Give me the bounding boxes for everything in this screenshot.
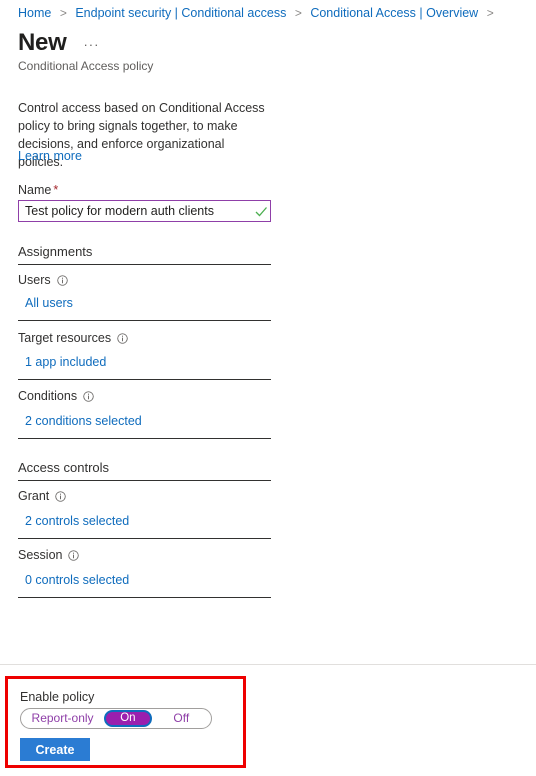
target-resources-label-text: Target resources bbox=[18, 331, 112, 345]
row-label-grant: Grant bbox=[18, 488, 66, 504]
create-button[interactable]: Create bbox=[20, 738, 90, 761]
info-icon[interactable] bbox=[117, 332, 128, 344]
name-field-label: Name * bbox=[18, 182, 58, 198]
row-value-session[interactable]: 0 controls selected bbox=[25, 572, 129, 588]
more-options-icon[interactable]: ··· bbox=[80, 37, 102, 53]
info-icon[interactable] bbox=[68, 549, 80, 561]
row-label-target-resources: Target resources bbox=[18, 330, 128, 346]
row-value-users[interactable]: All users bbox=[25, 295, 73, 311]
info-icon[interactable] bbox=[83, 390, 94, 402]
divider bbox=[18, 597, 271, 598]
divider bbox=[18, 538, 271, 539]
page-title: New bbox=[18, 29, 67, 56]
info-icon[interactable] bbox=[56, 274, 68, 286]
check-icon bbox=[252, 201, 270, 221]
name-input[interactable] bbox=[19, 201, 252, 221]
divider bbox=[18, 379, 271, 380]
session-label-text: Session bbox=[18, 548, 63, 562]
toggle-option-report-only[interactable]: Report-only bbox=[21, 712, 104, 725]
toggle-option-on[interactable]: On bbox=[104, 710, 152, 727]
footer-divider bbox=[0, 664, 536, 665]
breadcrumb-separator-icon: > bbox=[294, 6, 302, 20]
row-label-conditions: Conditions bbox=[18, 388, 94, 404]
name-input-wrapper[interactable] bbox=[18, 200, 271, 222]
page-title-row: New ··· bbox=[18, 29, 102, 57]
access-controls-heading: Access controls bbox=[18, 460, 110, 475]
breadcrumb-item-endpoint-security[interactable]: Endpoint security | Conditional access bbox=[75, 6, 286, 20]
row-value-grant[interactable]: 2 controls selected bbox=[25, 513, 129, 529]
toggle-option-off[interactable]: Off bbox=[152, 712, 211, 725]
divider bbox=[18, 320, 271, 321]
divider bbox=[18, 480, 271, 481]
divider bbox=[18, 438, 271, 439]
users-label-text: Users bbox=[18, 273, 51, 287]
page-subtitle: Conditional Access policy bbox=[18, 59, 154, 73]
conditions-label-text: Conditions bbox=[18, 389, 78, 403]
enable-policy-toggle[interactable]: Report-only On Off bbox=[20, 708, 212, 729]
breadcrumb-separator-icon: > bbox=[59, 6, 67, 20]
divider bbox=[18, 264, 271, 265]
learn-more-link[interactable]: Learn more bbox=[18, 148, 82, 164]
breadcrumb-separator-icon: > bbox=[486, 6, 494, 20]
grant-label-text: Grant bbox=[18, 489, 50, 503]
breadcrumb: Home > Endpoint security | Conditional a… bbox=[18, 5, 499, 21]
info-icon[interactable] bbox=[55, 490, 66, 502]
row-label-session: Session bbox=[18, 547, 80, 563]
name-label-text: Name bbox=[18, 183, 52, 197]
conditional-access-new-policy-page: Home > Endpoint security | Conditional a… bbox=[0, 0, 536, 776]
row-label-users: Users bbox=[18, 272, 68, 288]
breadcrumb-item-home[interactable]: Home bbox=[18, 6, 51, 20]
row-value-target-resources[interactable]: 1 app included bbox=[25, 354, 106, 370]
row-value-conditions[interactable]: 2 conditions selected bbox=[25, 413, 142, 429]
required-marker: * bbox=[53, 183, 59, 197]
breadcrumb-item-conditional-access-overview[interactable]: Conditional Access | Overview bbox=[310, 6, 478, 20]
enable-policy-label: Enable policy bbox=[20, 690, 95, 704]
assignments-heading: Assignments bbox=[18, 244, 93, 259]
